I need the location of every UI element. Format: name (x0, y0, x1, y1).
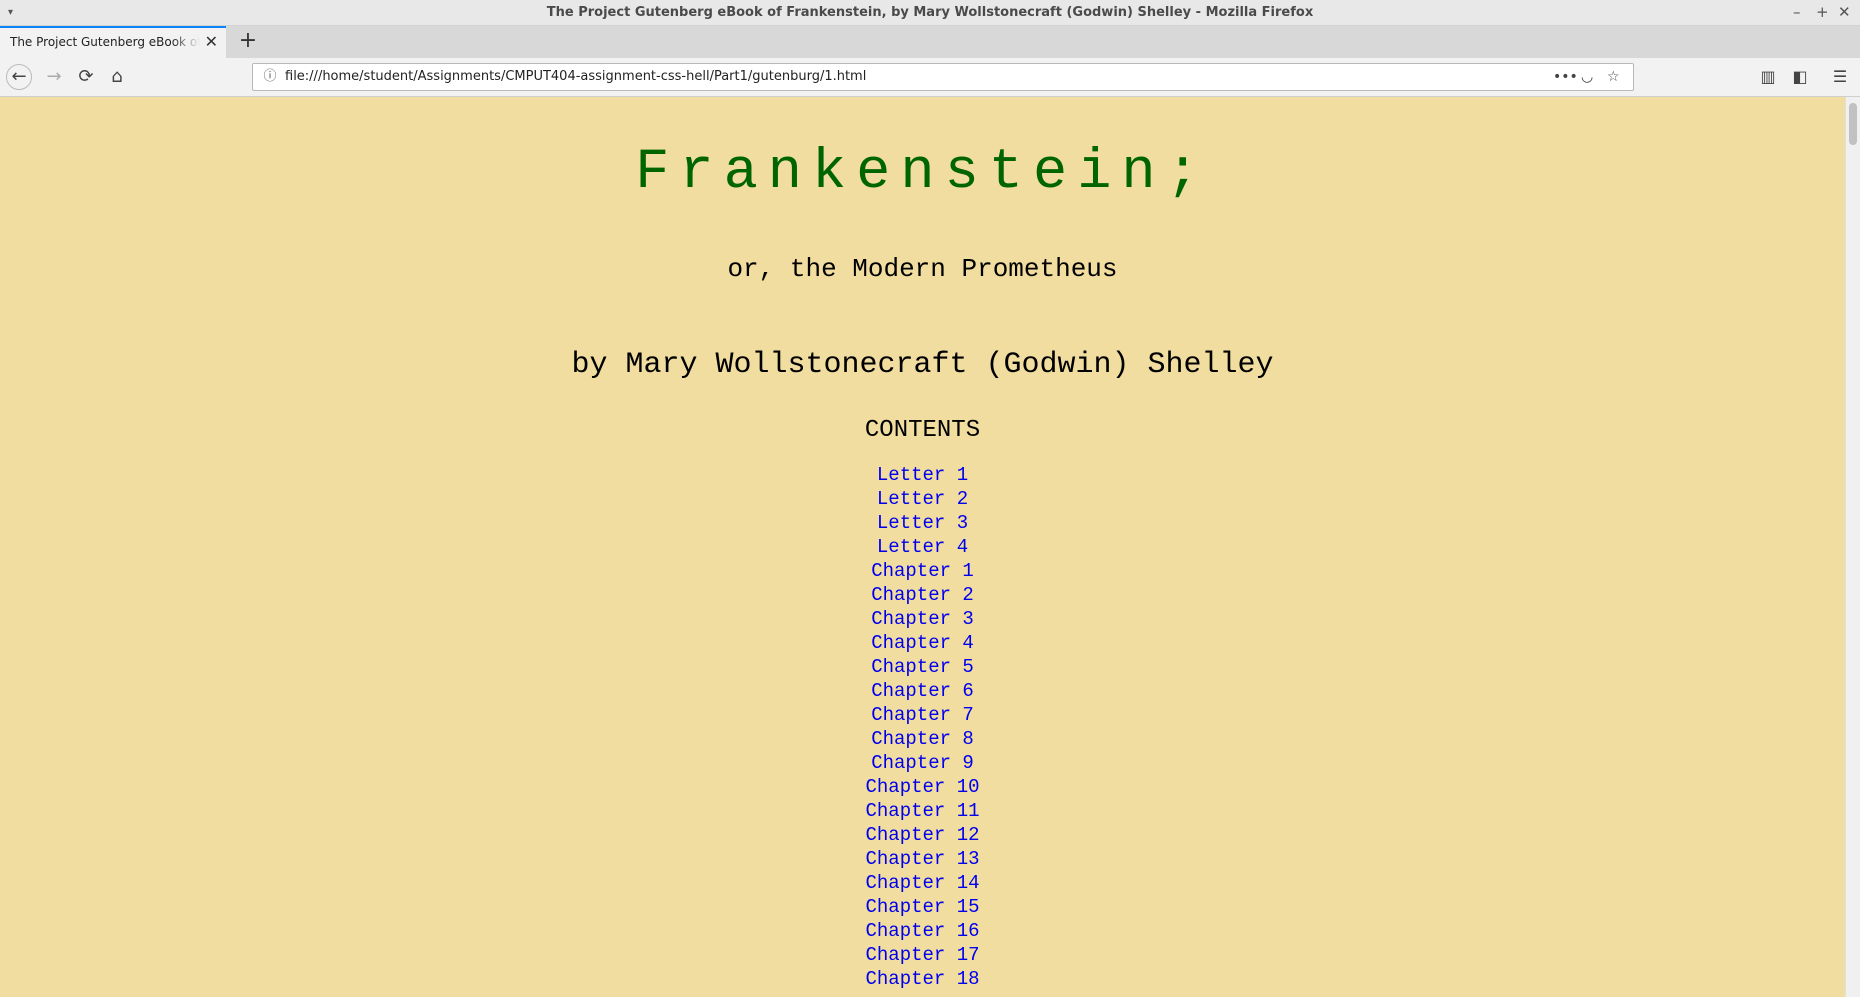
toc-link[interactable]: Chapter 7 (871, 704, 974, 726)
tab-title: The Project Gutenberg eBook of Frankenst… (10, 35, 200, 49)
toc-link[interactable]: Chapter 8 (871, 728, 974, 750)
toc-link[interactable]: Chapter 5 (871, 656, 974, 678)
toc-link[interactable]: Letter 2 (877, 488, 968, 510)
book-author: by Mary Wollstonecraft (Godwin) Shelley (571, 348, 1274, 382)
pocket-icon[interactable]: ◡ (1581, 64, 1593, 90)
table-of-contents: Letter 1 Letter 2 Letter 3 Letter 4 Chap… (0, 463, 1845, 991)
bookmark-star-icon[interactable]: ☆ (1607, 64, 1620, 90)
hamburger-menu-icon[interactable]: ☰ (1827, 64, 1853, 90)
toc-link[interactable]: Letter 4 (877, 536, 968, 558)
url-bar[interactable]: ⓘ file:///home/student/Assignments/CMPUT… (252, 63, 1634, 91)
toc-link[interactable]: Chapter 13 (865, 848, 979, 870)
toc-link[interactable]: Chapter 15 (865, 896, 979, 918)
tab-strip: The Project Gutenberg eBook of Frankenst… (0, 26, 1860, 58)
vertical-scrollbar[interactable] (1845, 97, 1860, 997)
book-title: Frankenstein; (635, 141, 1210, 205)
toc-link[interactable]: Chapter 11 (865, 800, 979, 822)
scrollbar-thumb[interactable] (1849, 103, 1857, 145)
close-window-icon[interactable]: ✕ (1838, 0, 1851, 25)
toc-link[interactable]: Chapter 14 (865, 872, 979, 894)
toc-link[interactable]: Chapter 18 (865, 968, 979, 990)
toc-link[interactable]: Chapter 4 (871, 632, 974, 654)
minimize-icon[interactable]: – (1793, 0, 1801, 25)
contents-heading: CONTENTS (864, 417, 981, 444)
toc-link[interactable]: Chapter 12 (865, 824, 979, 846)
maximize-icon[interactable]: + (1816, 0, 1829, 25)
tab-close-icon[interactable]: ✕ (205, 28, 218, 56)
tab-active[interactable]: The Project Gutenberg eBook of Frankenst… (0, 26, 226, 58)
toc-link[interactable]: Chapter 9 (871, 752, 974, 774)
window-title: The Project Gutenberg eBook of Frankenst… (546, 5, 1314, 20)
book-subtitle: or, the Modern Prometheus (727, 254, 1118, 284)
url-text[interactable]: file:///home/student/Assignments/CMPUT40… (285, 64, 866, 90)
library-icon[interactable]: ▥ (1755, 64, 1781, 90)
window-titlebar: ▾ The Project Gutenberg eBook of Franken… (0, 0, 1860, 26)
toc-link[interactable]: Chapter 3 (871, 608, 974, 630)
window-menu-icon[interactable]: ▾ (8, 0, 13, 25)
page-content: Frankenstein; or, the Modern Prometheus … (0, 97, 1845, 997)
forward-button-icon[interactable]: → (40, 64, 68, 90)
site-info-icon[interactable]: ⓘ (261, 64, 279, 90)
reload-button-icon[interactable]: ⟳ (72, 64, 100, 90)
toc-link[interactable]: Letter 3 (877, 512, 968, 534)
toc-link[interactable]: Letter 1 (877, 464, 968, 486)
toc-link[interactable]: Chapter 16 (865, 920, 979, 942)
page-actions-icon[interactable]: ••• (1553, 64, 1578, 90)
toc-link[interactable]: Chapter 1 (871, 560, 974, 582)
navigation-toolbar: ← → ⟳ ⌂ ⓘ file:///home/student/Assignmen… (0, 58, 1860, 97)
back-button-icon[interactable]: ← (6, 64, 32, 90)
toc-link[interactable]: Chapter 10 (865, 776, 979, 798)
toc-link[interactable]: Chapter 6 (871, 680, 974, 702)
home-button-icon[interactable]: ⌂ (103, 64, 131, 90)
toc-link[interactable]: Chapter 2 (871, 584, 974, 606)
toc-link[interactable]: Chapter 17 (865, 944, 979, 966)
sidebar-icon[interactable]: ◧ (1787, 64, 1813, 90)
new-tab-button[interactable]: + (234, 26, 262, 58)
